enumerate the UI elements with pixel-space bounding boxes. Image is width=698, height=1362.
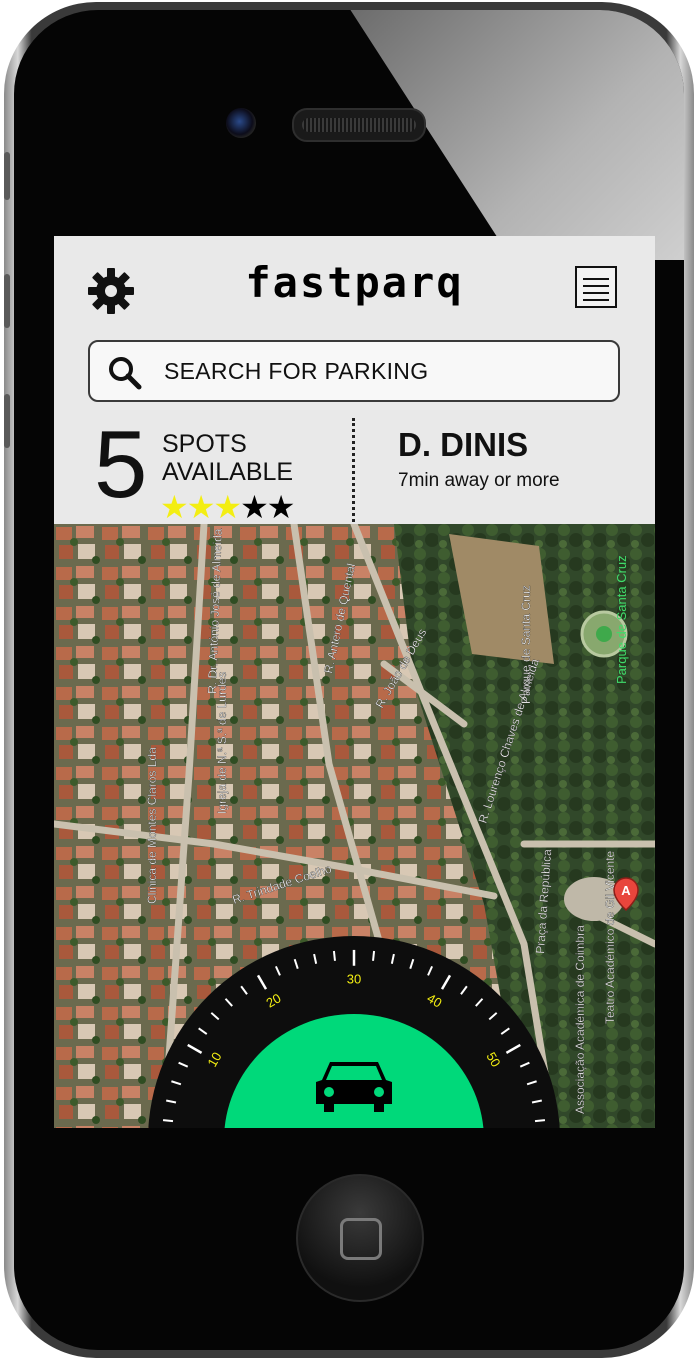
place-label: Teatro Académico de Gil Vicente bbox=[603, 850, 617, 1024]
search-icon bbox=[109, 357, 142, 390]
satellite-map[interactable]: A R. Dr. António José de Almeida R. Ante… bbox=[54, 524, 655, 1128]
menu-icon bbox=[583, 278, 609, 280]
search-bar[interactable]: SEARCH FOR PARKING bbox=[88, 340, 620, 402]
volume-up-button bbox=[4, 274, 10, 328]
gauge-tick bbox=[162, 1119, 174, 1123]
star-filled-icon: ★ bbox=[213, 488, 242, 526]
spots-label: SPOTS bbox=[162, 430, 247, 458]
menu-button[interactable] bbox=[575, 266, 617, 308]
home-button[interactable] bbox=[296, 1174, 424, 1302]
gauge-tick bbox=[372, 950, 376, 961]
mute-switch bbox=[4, 152, 10, 200]
park-label: Parque de Santa Cruz bbox=[614, 555, 629, 684]
spots-count: 5 bbox=[94, 411, 148, 518]
star-empty-icon: ★ bbox=[240, 488, 269, 526]
place-label: Igreja de N.ª S.ª de Lurdes bbox=[215, 672, 229, 814]
rating-stars: ★★★★★ bbox=[160, 488, 296, 526]
gauge-label: 30 bbox=[347, 971, 361, 986]
star-filled-icon: ★ bbox=[160, 488, 189, 526]
availability-panel: 5 SPOTS AVAILABLE ★★★★★ D. DINIS 7min aw… bbox=[54, 411, 655, 526]
available-label: AVAILABLE bbox=[162, 458, 294, 486]
app-header: fastparq bbox=[54, 236, 655, 336]
earpiece-speaker bbox=[292, 108, 426, 142]
home-square-icon bbox=[340, 1218, 382, 1260]
front-camera bbox=[226, 108, 256, 138]
app-logo: fastparq bbox=[245, 258, 464, 307]
gauge-tick bbox=[534, 1119, 546, 1123]
gauge-tick bbox=[332, 950, 336, 961]
app-screen: fastparq SEARCH FOR PARKING 5 SPOTS AVAI… bbox=[54, 236, 655, 1128]
panel-divider bbox=[352, 418, 355, 522]
map-marker-label[interactable]: A bbox=[621, 883, 631, 898]
star-empty-icon: ★ bbox=[266, 488, 296, 526]
place-label: Associação Académica de Coimbra bbox=[573, 925, 587, 1114]
speedometer[interactable]: 0102030405060 bbox=[148, 936, 560, 1128]
place-label: Parque de Santa Cruz bbox=[519, 585, 533, 704]
destination-name[interactable]: D. DINIS bbox=[398, 426, 528, 464]
volume-down-button bbox=[4, 394, 10, 448]
place-label: Clinica de Montes Claros Lda bbox=[145, 747, 159, 904]
star-filled-icon: ★ bbox=[186, 488, 216, 526]
search-input[interactable]: SEARCH FOR PARKING bbox=[164, 358, 428, 385]
destination-eta: 7min away or more bbox=[398, 470, 560, 491]
